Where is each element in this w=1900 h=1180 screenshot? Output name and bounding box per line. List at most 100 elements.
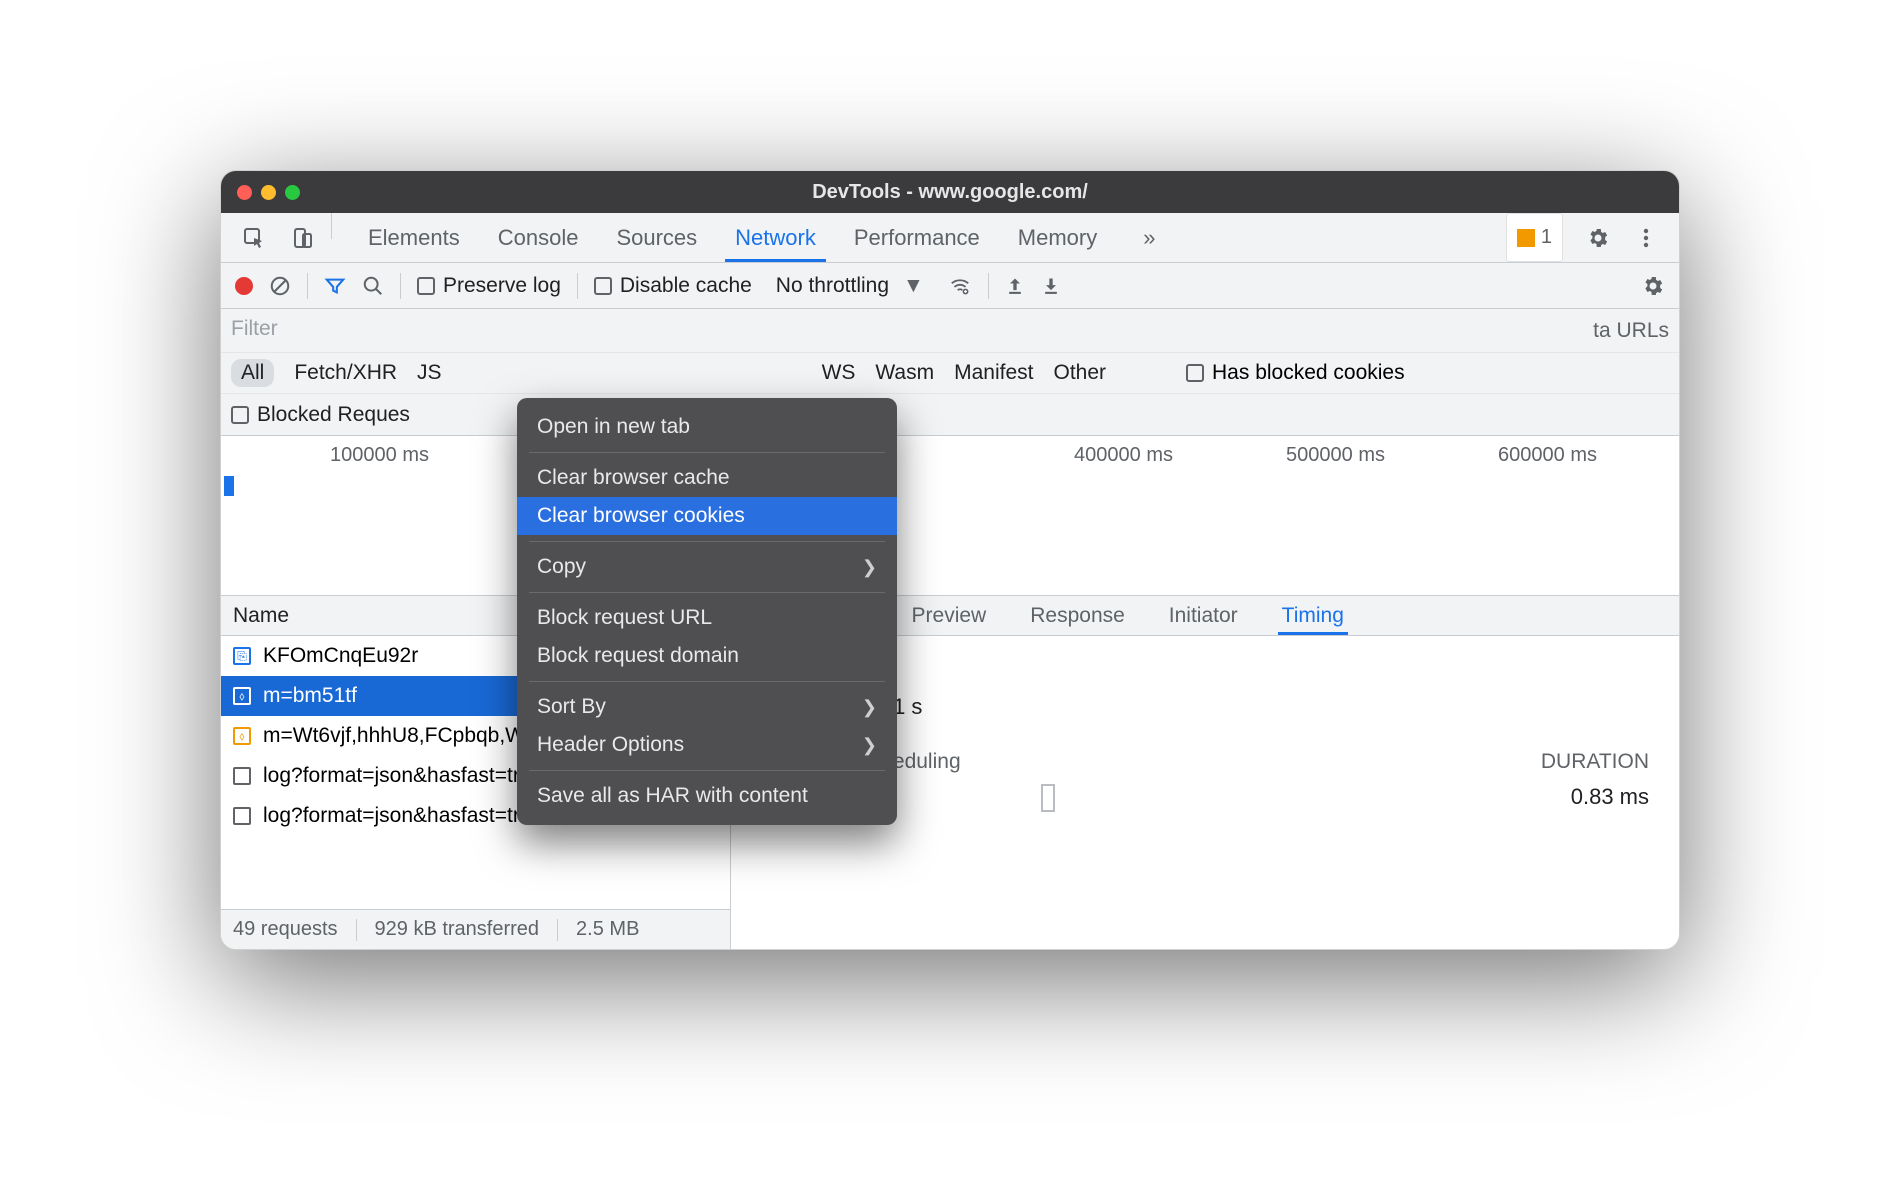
document-icon: [233, 767, 251, 785]
throttling-select[interactable]: No throttling ▼: [768, 274, 932, 298]
tab-elements[interactable]: Elements: [350, 213, 478, 262]
status-resources: 2.5 MB: [576, 918, 639, 941]
warning-icon: [1517, 229, 1535, 247]
upload-har-icon[interactable]: [1005, 275, 1025, 297]
script-icon: ⬨: [233, 687, 251, 705]
chevron-right-icon: ❯: [862, 735, 877, 756]
type-filter-fetchxhr[interactable]: Fetch/XHR: [294, 361, 397, 385]
menu-item-label: Clear browser cache: [537, 466, 730, 490]
filter-icon[interactable]: [324, 275, 346, 297]
type-filter-ws[interactable]: WS: [822, 361, 856, 385]
menu-item-label: Header Options: [537, 733, 684, 757]
detail-tab-timing[interactable]: Timing: [1278, 598, 1348, 634]
throttling-label: No throttling: [776, 274, 889, 298]
blocked-requests-row: Blocked Reques: [221, 394, 1679, 436]
stylesheet-icon: ⎘: [233, 647, 251, 665]
separator: [400, 273, 401, 299]
menu-item[interactable]: Open in new tab: [517, 408, 897, 446]
chevron-down-icon: ▼: [903, 274, 924, 298]
detail-tab-initiator[interactable]: Initiator: [1165, 598, 1242, 634]
type-filter-wasm[interactable]: Wasm: [875, 361, 934, 385]
menu-separator: [529, 592, 885, 593]
clear-icon[interactable]: [269, 275, 291, 297]
type-filter-all[interactable]: All: [231, 359, 274, 387]
duration-header: DURATION: [1541, 750, 1649, 774]
type-filter-other[interactable]: Other: [1053, 361, 1106, 385]
queueing-bar: [1041, 784, 1055, 812]
menu-item-label: Save all as HAR with content: [537, 784, 808, 808]
separator: [331, 213, 332, 239]
menu-item[interactable]: Sort By ❯: [517, 688, 897, 726]
detail-tab-preview[interactable]: Preview: [908, 598, 991, 634]
separator: [577, 273, 578, 299]
record-button[interactable]: [235, 277, 253, 295]
menu-item[interactable]: Copy❯: [517, 548, 897, 586]
queueing-value: 0.83 ms: [1571, 784, 1649, 812]
menu-item[interactable]: Block request URL: [517, 599, 897, 637]
disable-cache-label: Disable cache: [620, 274, 752, 297]
inspect-element-icon[interactable]: [235, 213, 273, 262]
filter-input[interactable]: Filter: [231, 317, 431, 345]
blocked-requests-checkbox[interactable]: Blocked Reques: [231, 403, 410, 427]
detail-tab-response[interactable]: Response: [1026, 598, 1129, 634]
filter-placeholder: Filter: [231, 317, 278, 340]
tab-sources[interactable]: Sources: [598, 213, 715, 262]
panel-tabs: ElementsConsoleSourcesNetworkPerformance…: [221, 213, 1679, 263]
chevron-right-icon: ❯: [862, 697, 877, 718]
type-filter-row: All Fetch/XHR JS WS Wasm Manifest Other …: [221, 353, 1679, 394]
menu-item-label: Block request domain: [537, 644, 739, 668]
status-requests: 49 requests: [233, 918, 338, 941]
download-har-icon[interactable]: [1041, 275, 1061, 297]
menu-separator: [529, 541, 885, 542]
separator: [988, 273, 989, 299]
device-toolbar-icon[interactable]: [283, 213, 321, 262]
menu-item-label: Open in new tab: [537, 415, 690, 439]
menu-item[interactable]: Clear browser cache: [517, 459, 897, 497]
menu-item-label: Clear browser cookies: [537, 504, 745, 528]
type-filter-js[interactable]: JS: [417, 361, 442, 385]
timeline-selection-marker: [224, 476, 234, 496]
menu-item[interactable]: Save all as HAR with content: [517, 777, 897, 815]
separator: [307, 273, 308, 299]
panel-settings-gear-icon[interactable]: [1641, 274, 1665, 298]
menu-separator: [529, 452, 885, 453]
request-name: KFOmCnqEu92r: [263, 644, 418, 668]
preserve-log-checkbox[interactable]: Preserve log: [417, 274, 561, 298]
type-filter-manifest[interactable]: Manifest: [954, 361, 1033, 385]
has-blocked-cookies-checkbox[interactable]: Has blocked cookies: [1186, 361, 1405, 385]
menu-item[interactable]: Header Options ❯: [517, 726, 897, 764]
titlebar: DevTools - www.google.com/: [221, 171, 1679, 213]
kebab-menu-icon[interactable]: [1627, 213, 1665, 262]
tab-performance[interactable]: Performance: [836, 213, 998, 262]
menu-item-label: Copy: [537, 555, 586, 579]
filter-bar: Filter ta URLs: [221, 309, 1679, 353]
has-blocked-cookies-label: Has blocked cookies: [1212, 361, 1405, 384]
issues-badge[interactable]: 1: [1506, 213, 1563, 262]
request-name: m=bm51tf: [263, 684, 357, 708]
timeline-tick: 500000 ms: [1173, 444, 1385, 467]
timeline-tick: 600000 ms: [1385, 444, 1597, 467]
context-menu[interactable]: Open in new tab Clear browser cache Clear …: [517, 398, 897, 825]
tab-console[interactable]: Console: [480, 213, 597, 262]
disable-cache-checkbox[interactable]: Disable cache: [594, 274, 752, 298]
traffic-zoom-icon[interactable]: [285, 185, 300, 200]
menu-item[interactable]: Block request domain: [517, 637, 897, 675]
traffic-minimize-icon[interactable]: [261, 185, 276, 200]
tab-network[interactable]: Network: [717, 213, 834, 262]
window-title: DevTools - www.google.com/: [221, 181, 1679, 204]
traffic-close-icon[interactable]: [237, 185, 252, 200]
tabs-overflow-button[interactable]: »: [1125, 213, 1173, 262]
menu-separator: [529, 770, 885, 771]
status-transferred: 929 kB transferred: [375, 918, 540, 941]
menu-item[interactable]: Clear browser cookies: [517, 497, 897, 535]
blocked-requests-label: Blocked Reques: [257, 403, 410, 426]
timeline-tick: 400000 ms: [961, 444, 1173, 467]
hide-data-urls-partial: ta URLs: [1593, 319, 1669, 343]
timeline-overview[interactable]: 100000 ms 400000 ms 500000 ms 600000 ms: [221, 436, 1679, 596]
network-conditions-icon[interactable]: [948, 275, 972, 297]
tab-memory[interactable]: Memory: [1000, 213, 1115, 262]
search-icon[interactable]: [362, 275, 384, 297]
menu-item-label: Sort By: [537, 695, 606, 719]
settings-gear-icon[interactable]: [1579, 213, 1617, 262]
document-icon: [233, 807, 251, 825]
